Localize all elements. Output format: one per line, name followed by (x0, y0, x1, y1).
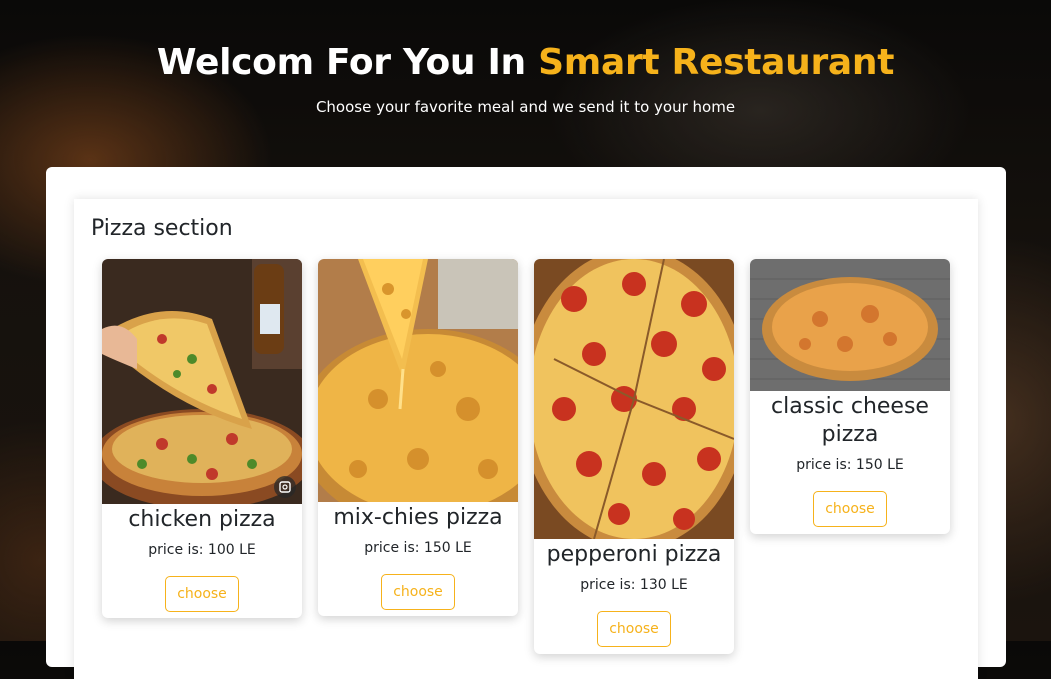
section-title: Pizza section (91, 216, 233, 241)
pizza-section: Pizza section chicken pizza price is: 10… (74, 199, 978, 679)
product-price: price is: 150 LE (364, 540, 472, 556)
product-name: classic cheese pizza (771, 394, 929, 447)
product-image-pepperoni-pizza (534, 259, 734, 539)
product-price: price is: 150 LE (796, 457, 904, 473)
hero-subtitle: Choose your favorite meal and we send it… (315, 98, 736, 116)
product-card-classic-cheese-pizza: classic cheese pizza price is: 150 LE ch… (750, 259, 950, 534)
product-image-chicken-pizza (102, 259, 302, 504)
product-name: chicken pizza (128, 507, 276, 532)
menu-container: Pizza section chicken pizza price is: 10… (46, 167, 1006, 679)
hero-banner: Welcom For You In Smart Restaurant Choos… (0, 0, 1051, 167)
product-price: price is: 130 LE (580, 577, 688, 593)
product-card-pepperoni-pizza: pepperoni pizza price is: 130 LE choose (534, 259, 734, 654)
choose-button[interactable]: choose (597, 611, 671, 647)
choose-button[interactable]: choose (381, 574, 455, 610)
product-image-mix-chies-pizza (318, 259, 518, 502)
hero-title: Welcom For You In Smart Restaurant (0, 42, 1051, 83)
product-card-chicken-pizza: chicken pizza price is: 100 LE choose (102, 259, 302, 618)
choose-button[interactable]: choose (165, 576, 239, 612)
image-search-icon[interactable] (274, 476, 296, 498)
product-price: price is: 100 LE (148, 542, 256, 558)
product-name: mix-chies pizza (333, 505, 503, 530)
product-card-mix-chies-pizza: mix-chies pizza price is: 150 LE choose (318, 259, 518, 616)
product-name: pepperoni pizza (546, 542, 722, 567)
choose-button[interactable]: choose (813, 491, 887, 527)
product-image-classic-cheese-pizza (750, 259, 950, 391)
hero-title-prefix: Welcom For You In (156, 42, 539, 83)
hero-title-accent: Smart Restaurant (538, 42, 895, 83)
